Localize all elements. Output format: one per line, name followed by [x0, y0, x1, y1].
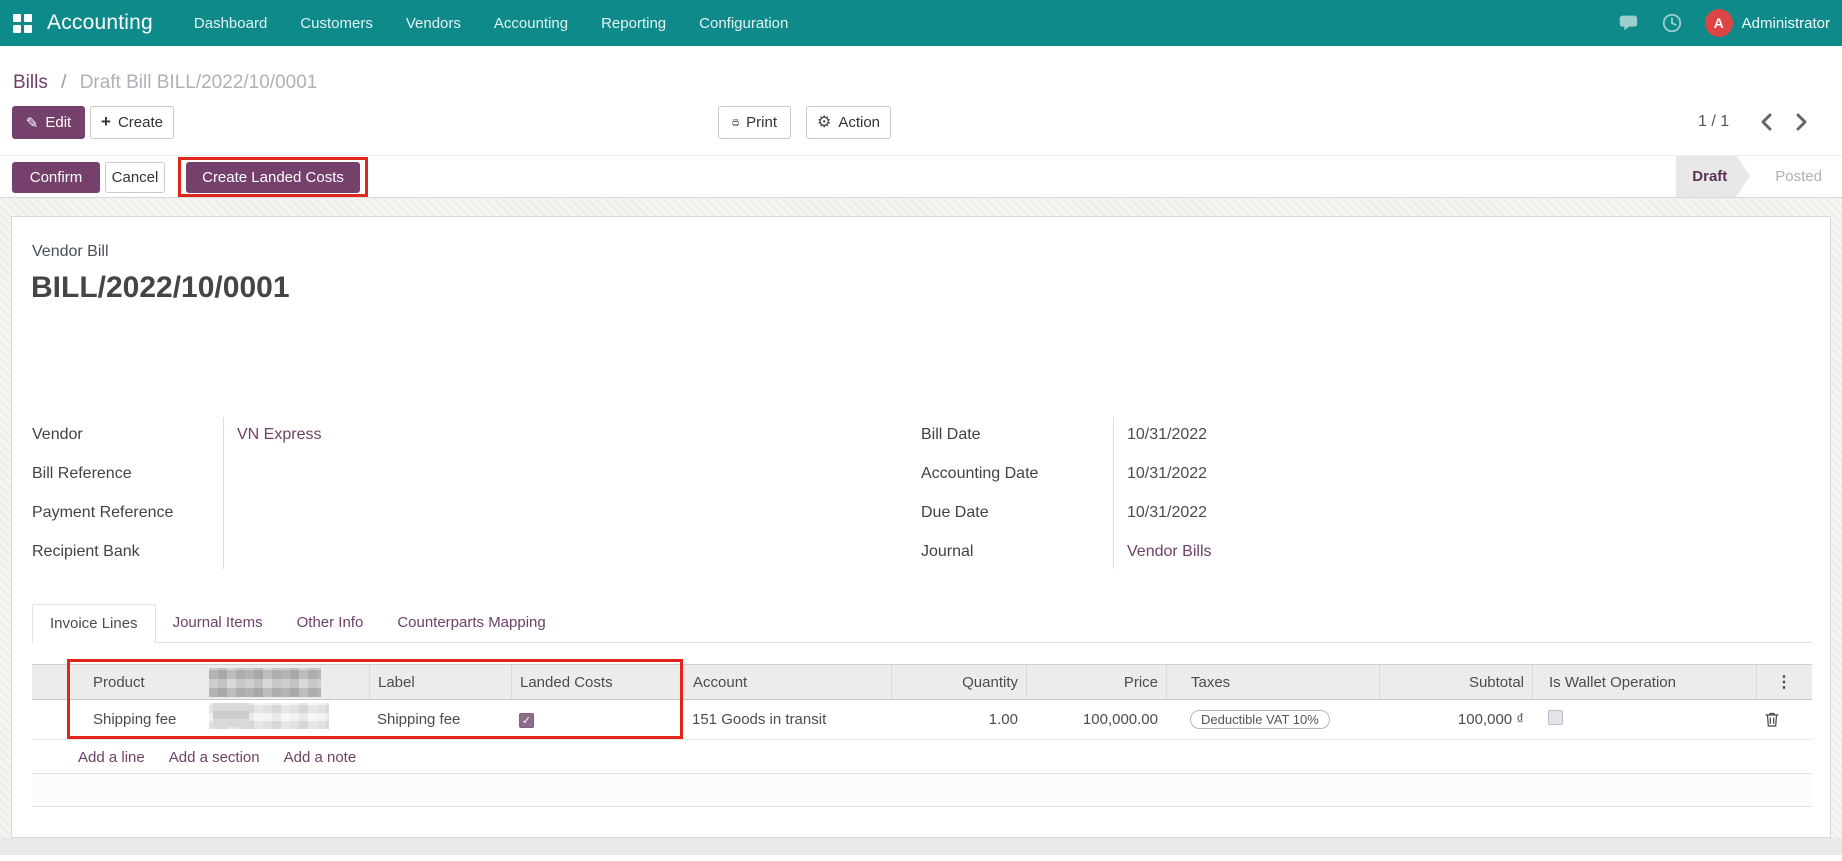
col-header-subtotal[interactable]: Subtotal: [1379, 665, 1532, 699]
field-payment-reference: Payment Reference: [32, 493, 898, 532]
status-bar: Confirm Cancel Create Landed Costs Draft…: [0, 155, 1842, 198]
field-accounting-date: Accounting Date 10/31/2022: [921, 454, 1812, 493]
menu-item-accounting[interactable]: Accounting: [492, 2, 570, 45]
cancel-button[interactable]: Cancel: [105, 162, 165, 193]
cell-landed-costs: ✓: [511, 711, 684, 728]
fields-left-group: Vendor VN Express Bill Reference Payment…: [32, 415, 898, 571]
top-menu: Dashboard Customers Vendors Accounting R…: [192, 2, 790, 45]
app-title[interactable]: Accounting: [47, 11, 153, 35]
vendor-bill-sheet: Vendor Bill BILL/2022/10/0001 Vendor VN …: [11, 216, 1831, 838]
action-button[interactable]: ⚙ Action: [806, 106, 891, 139]
user-avatar: A: [1705, 9, 1733, 37]
pager-next-icon[interactable]: [1791, 112, 1811, 132]
messages-icon[interactable]: [1617, 12, 1639, 34]
notebook-tabs: Invoice Lines Journal Items Other Info C…: [32, 604, 1812, 643]
redacted-pixelated-area-row-small: [213, 703, 249, 727]
document-type-label: Vendor Bill: [32, 243, 109, 261]
col-header-quantity[interactable]: Quantity: [891, 665, 1026, 699]
cell-taxes: Deductible VAT 10%: [1166, 710, 1379, 729]
field-separator-line: [223, 417, 224, 569]
pager: 1 / 1: [1698, 112, 1811, 132]
field-recipient-bank: Recipient Bank: [32, 532, 898, 571]
menu-item-configuration[interactable]: Configuration: [697, 2, 790, 45]
pencil-icon: ✎: [26, 114, 39, 132]
kebab-icon: ⋮: [1776, 672, 1793, 692]
user-name: Administrator: [1742, 15, 1830, 32]
top-navigation-bar: Accounting Dashboard Customers Vendors A…: [0, 0, 1842, 46]
topbar-right-tools: A Administrator: [1617, 9, 1830, 37]
field-bill-date: Bill Date 10/31/2022: [921, 415, 1812, 454]
totals-empty-strip: [32, 773, 1812, 807]
confirm-button[interactable]: Confirm: [12, 162, 100, 193]
print-button[interactable]: Print: [718, 106, 791, 139]
cell-row-actions: [1756, 711, 1812, 728]
col-header-is-wallet-operation[interactable]: Is Wallet Operation: [1532, 665, 1756, 699]
field-journal: Journal Vendor Bills: [921, 532, 1812, 571]
fields-right-group: Bill Date 10/31/2022 Accounting Date 10/…: [921, 415, 1812, 571]
add-a-section-link[interactable]: Add a section: [169, 749, 260, 766]
field-bill-reference: Bill Reference: [32, 454, 898, 493]
document-number: BILL/2022/10/0001: [31, 271, 290, 305]
bottom-area: [0, 855, 1842, 861]
gear-icon: ⚙: [817, 115, 831, 131]
state-posted[interactable]: Posted: [1775, 168, 1828, 185]
tab-other-info[interactable]: Other Info: [280, 604, 381, 642]
col-header-landed-costs[interactable]: Landed Costs: [511, 665, 684, 699]
field-due-date: Due Date 10/31/2022: [921, 493, 1812, 532]
menu-item-dashboard[interactable]: Dashboard: [192, 2, 269, 45]
col-header-label[interactable]: Label: [369, 665, 511, 699]
vendor-link[interactable]: VN Express: [223, 426, 321, 444]
journal-link[interactable]: Vendor Bills: [1113, 543, 1212, 561]
pager-previous-icon[interactable]: [1757, 112, 1777, 132]
landed-costs-checkbox[interactable]: ✓: [519, 713, 534, 728]
tab-journal-items[interactable]: Journal Items: [156, 604, 280, 642]
cell-price[interactable]: 100,000.00: [1026, 700, 1166, 740]
state-draft[interactable]: Draft: [1676, 156, 1737, 197]
state-widget: Draft Posted: [1676, 156, 1828, 197]
tab-invoice-lines[interactable]: Invoice Lines: [32, 604, 156, 643]
breadcrumb-bills-link[interactable]: Bills: [13, 72, 48, 93]
cell-quantity[interactable]: 1.00: [891, 700, 1026, 740]
breadcrumb: Bills / Draft Bill BILL/2022/10/0001: [13, 72, 317, 94]
add-a-line-link[interactable]: Add a line: [78, 749, 145, 766]
is-wallet-operation-checkbox[interactable]: [1548, 710, 1563, 725]
tax-badge[interactable]: Deductible VAT 10%: [1190, 710, 1330, 729]
activities-clock-icon[interactable]: [1661, 12, 1683, 34]
printer-icon: [732, 115, 739, 130]
col-header-taxes[interactable]: Taxes: [1166, 665, 1379, 699]
table-footer-links: Add a line Add a section Add a note: [32, 740, 1812, 766]
menu-item-vendors[interactable]: Vendors: [404, 2, 463, 45]
user-menu[interactable]: A Administrator: [1705, 9, 1830, 37]
control-panel: Bills / Draft Bill BILL/2022/10/0001 ✎ E…: [0, 46, 1842, 155]
breadcrumb-current: Draft Bill BILL/2022/10/0001: [80, 72, 318, 93]
breadcrumb-separator: /: [61, 72, 66, 93]
menu-item-customers[interactable]: Customers: [298, 2, 375, 45]
menu-item-reporting[interactable]: Reporting: [599, 2, 668, 45]
tab-counterparts-mapping[interactable]: Counterparts Mapping: [380, 604, 562, 642]
field-vendor: Vendor VN Express: [32, 415, 898, 454]
edit-button[interactable]: ✎ Edit: [12, 106, 85, 139]
bottom-separator-band: [0, 838, 1842, 855]
cell-account[interactable]: 151 Goods in transit: [684, 711, 891, 728]
col-header-account[interactable]: Account: [684, 665, 891, 699]
odoo-accounting-app: Accounting Dashboard Customers Vendors A…: [0, 0, 1842, 861]
add-a-note-link[interactable]: Add a note: [284, 749, 357, 766]
col-header-price[interactable]: Price: [1026, 665, 1166, 699]
cell-label[interactable]: Shipping fee: [369, 711, 511, 728]
plus-icon: +: [101, 113, 111, 130]
field-separator-line: [1113, 417, 1114, 569]
cell-is-wallet-operation: [1532, 710, 1756, 729]
apps-grid-icon[interactable]: [13, 14, 32, 33]
redacted-pixelated-area-header: [209, 668, 321, 697]
create-button[interactable]: + Create: [90, 106, 174, 139]
create-landed-costs-button[interactable]: Create Landed Costs: [186, 162, 360, 193]
optional-columns-toggle[interactable]: ⋮: [1756, 665, 1812, 699]
delete-row-trash-icon[interactable]: [1764, 711, 1780, 728]
cell-subtotal: 100,000 ₫: [1379, 700, 1532, 740]
pager-value: 1 / 1: [1698, 113, 1729, 131]
